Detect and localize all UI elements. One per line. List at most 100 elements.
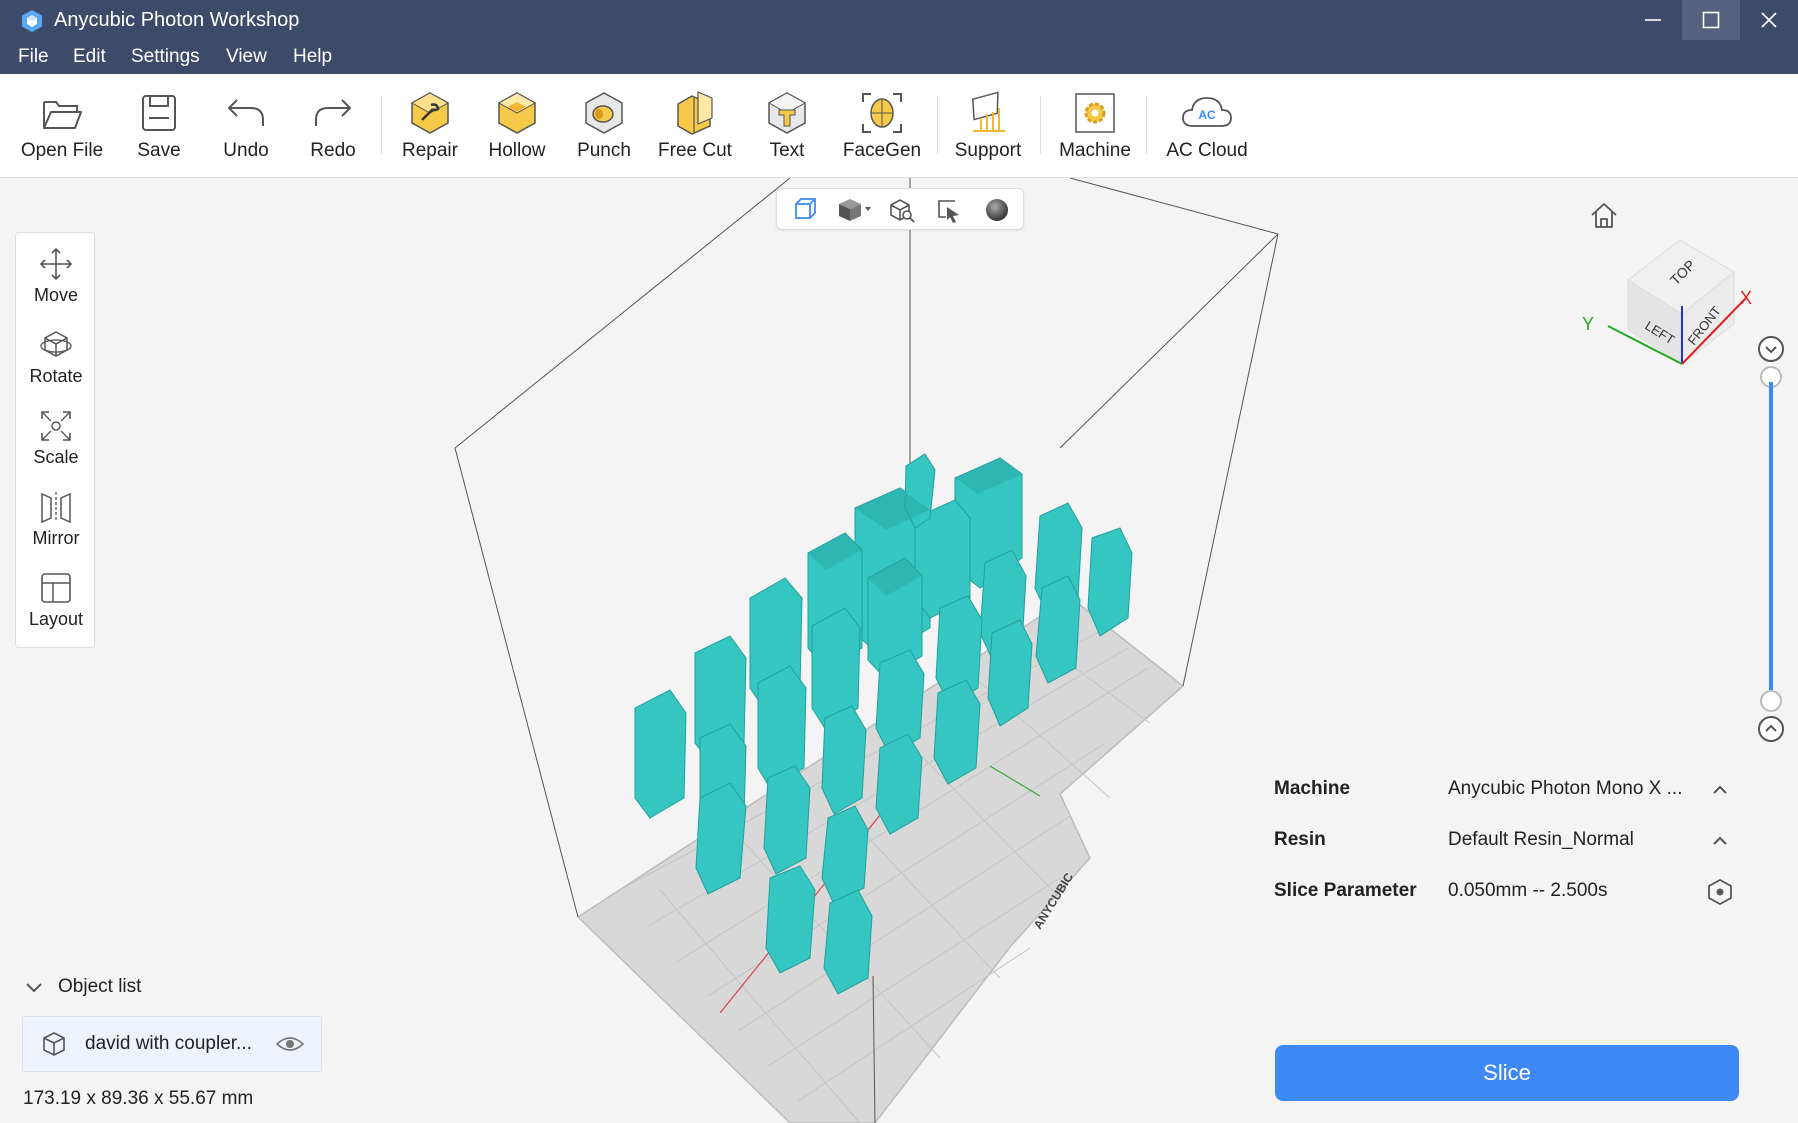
facegen-button[interactable]: FaceGen xyxy=(834,90,930,162)
main-toolbar: Open File Save Undo Redo Repair Hollow P… xyxy=(0,74,1798,178)
3d-viewport[interactable]: ANYCUBIC Move Rotate Scale Mirror Layout… xyxy=(0,178,1798,1123)
settings-hexagon-icon xyxy=(1708,878,1732,906)
undo-button[interactable]: Undo xyxy=(198,90,294,162)
machine-row[interactable]: Machine Anycubic Photon Mono X ... xyxy=(1274,778,1744,808)
view-toolbar xyxy=(776,188,1024,230)
hollow-button[interactable]: Hollow xyxy=(469,90,565,162)
printed-models xyxy=(634,453,1133,995)
minimize-icon xyxy=(1645,19,1661,21)
menu-settings[interactable]: Settings xyxy=(131,46,200,68)
solid-cube-icon[interactable] xyxy=(837,197,873,223)
model-statue xyxy=(634,689,687,819)
object-cube-icon xyxy=(43,1032,65,1056)
machine-button[interactable]: Machine xyxy=(1047,90,1143,162)
svg-text:AC: AC xyxy=(1198,108,1216,122)
resin-row[interactable]: Resin Default Resin_Normal xyxy=(1274,829,1744,859)
rotate-cube-icon xyxy=(40,331,72,357)
save-button[interactable]: Save xyxy=(111,90,207,162)
resin-label: Resin xyxy=(1274,829,1326,850)
menu-edit[interactable]: Edit xyxy=(73,46,106,68)
menu-view[interactable]: View xyxy=(226,46,267,68)
text-button[interactable]: Text xyxy=(739,90,835,162)
support-icon xyxy=(971,91,1005,132)
slice-button[interactable]: Slice xyxy=(1275,1045,1739,1101)
model-statue xyxy=(823,889,873,995)
chevron-up-icon xyxy=(1713,836,1727,845)
view-cube[interactable]: TOP LEFT FRONT X Y xyxy=(1570,232,1770,402)
sphere-icon[interactable] xyxy=(983,197,1011,223)
cloud-icon: AC xyxy=(1182,97,1232,127)
free-cut-icon xyxy=(677,91,713,135)
open-file-button[interactable]: Open File xyxy=(14,90,110,162)
move-tool[interactable]: Move xyxy=(16,247,96,306)
undo-icon xyxy=(228,99,264,126)
menu-file[interactable]: File xyxy=(18,46,49,68)
maximize-button[interactable] xyxy=(1682,0,1740,40)
plate-logo-text: ANYCUBIC xyxy=(1031,870,1077,931)
app-logo-icon xyxy=(22,10,42,32)
resin-value[interactable]: Default Resin_Normal xyxy=(1448,829,1634,851)
layer-slider-bottom-knob[interactable] xyxy=(1760,690,1782,712)
visibility-eye-icon[interactable] xyxy=(275,1033,305,1055)
machine-value[interactable]: Anycubic Photon Mono X ... xyxy=(1448,778,1682,800)
free-cut-button[interactable]: Free Cut xyxy=(647,90,743,162)
layer-slider[interactable] xyxy=(1758,336,1784,882)
x-axis-label: X xyxy=(1740,288,1752,308)
model-statue xyxy=(765,865,816,974)
window-title: Anycubic Photon Workshop xyxy=(54,9,300,31)
toolbar-divider xyxy=(1146,96,1147,154)
slice-parameter-row[interactable]: Slice Parameter 0.050mm -- 2.500s xyxy=(1274,878,1744,910)
model-statue xyxy=(987,619,1033,727)
text-icon xyxy=(767,92,807,134)
repair-icon xyxy=(410,92,450,134)
folder-open-icon xyxy=(43,101,82,129)
close-icon xyxy=(1761,12,1777,28)
layer-slider-track[interactable] xyxy=(1769,382,1773,690)
models-layer: ANYCUBIC xyxy=(634,453,1133,995)
layer-up-button[interactable] xyxy=(1758,716,1784,742)
y-axis-label: Y xyxy=(1582,314,1594,334)
object-list-title: Object list xyxy=(58,976,142,997)
ac-cloud-button[interactable]: AC AC Cloud xyxy=(1157,90,1257,162)
model-statue xyxy=(933,679,981,785)
select-icon[interactable] xyxy=(935,197,963,223)
wireframe-box-icon[interactable] xyxy=(791,197,819,223)
model-statue xyxy=(821,705,867,815)
object-name: david with coupler... xyxy=(85,1033,252,1054)
slice-parameter-settings[interactable] xyxy=(1706,878,1734,906)
resin-dropdown[interactable] xyxy=(1706,827,1734,855)
toolbar-divider xyxy=(937,96,938,154)
machine-dropdown[interactable] xyxy=(1706,776,1734,804)
repair-button[interactable]: Repair xyxy=(382,90,478,162)
scale-tool[interactable]: Scale xyxy=(16,409,96,468)
machine-label: Machine xyxy=(1274,778,1351,799)
menu-bar: File Edit Settings View Help xyxy=(0,40,1798,74)
model-statue xyxy=(757,665,807,789)
chevron-up-icon xyxy=(1713,785,1727,794)
home-view-icon[interactable] xyxy=(1588,200,1620,232)
chevron-down-icon xyxy=(1765,346,1777,354)
object-list-header[interactable]: Object list xyxy=(24,976,141,998)
menu-help[interactable]: Help xyxy=(293,46,332,68)
mirror-tool[interactable]: Mirror xyxy=(16,490,96,549)
chevron-up-icon xyxy=(1765,724,1777,732)
title-bar: Anycubic Photon Workshop xyxy=(0,0,1798,40)
object-list-item[interactable]: david with coupler... xyxy=(22,1016,322,1072)
close-button[interactable] xyxy=(1740,0,1798,40)
layout-tool[interactable]: Layout xyxy=(16,571,96,630)
rotate-tool[interactable]: Rotate xyxy=(16,328,96,387)
redo-icon xyxy=(315,99,351,126)
redo-button[interactable]: Redo xyxy=(285,90,381,162)
slice-parameter-value: 0.050mm -- 2.500s xyxy=(1448,880,1608,901)
facegen-icon xyxy=(862,93,902,133)
toolbar-divider xyxy=(1040,96,1041,154)
punch-button[interactable]: Punch xyxy=(556,90,652,162)
model-statue xyxy=(1087,527,1133,637)
transform-tools-panel: Move Rotate Scale Mirror Layout xyxy=(15,232,95,648)
model-statue xyxy=(875,733,923,835)
layer-down-button[interactable] xyxy=(1758,336,1784,362)
zoom-box-icon[interactable] xyxy=(887,197,915,223)
model-statue xyxy=(763,765,811,875)
support-button[interactable]: Support xyxy=(940,90,1036,162)
minimize-button[interactable] xyxy=(1624,0,1682,40)
